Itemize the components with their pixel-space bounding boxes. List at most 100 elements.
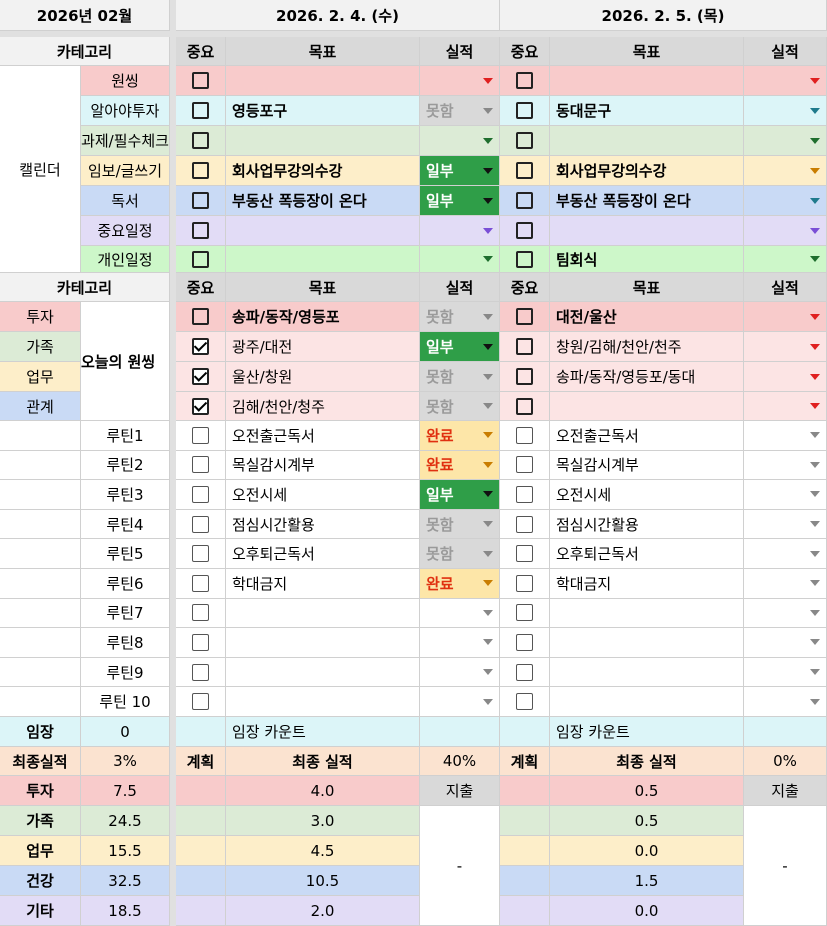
d1-routine-goal[interactable] (226, 628, 420, 658)
chevron-down-icon[interactable] (810, 313, 820, 320)
checkbox-icon[interactable] (516, 633, 533, 651)
d1-routine-goal[interactable]: 오전출근독서 (226, 421, 420, 451)
d2-important-checkbox[interactable] (500, 156, 550, 186)
d2-routine-checkbox[interactable] (500, 480, 550, 510)
d1-routine-result[interactable]: 일부 (420, 480, 500, 510)
d1-routine-checkbox[interactable] (176, 569, 226, 599)
d2-routine-goal[interactable]: 학대금지 (550, 569, 744, 599)
d1-result-select[interactable] (420, 66, 500, 96)
chevron-down-icon[interactable] (810, 580, 820, 587)
d2-onething-checkbox[interactable] (500, 332, 550, 362)
chevron-down-icon[interactable] (810, 639, 820, 646)
d1-routine-checkbox[interactable] (176, 450, 226, 481)
d1-routine-result[interactable]: 못함 (420, 539, 500, 569)
chevron-down-icon[interactable] (810, 343, 820, 350)
d1-routine-checkbox[interactable] (176, 421, 226, 451)
checkbox-icon[interactable] (516, 604, 533, 622)
checkbox-icon[interactable] (192, 72, 209, 89)
d2-routine-checkbox[interactable] (500, 628, 550, 658)
checkbox-icon[interactable] (192, 574, 209, 592)
d1-onething-result[interactable]: 일부 (420, 332, 500, 362)
d1-routine-checkbox[interactable] (176, 539, 226, 569)
checkbox-icon[interactable] (516, 102, 533, 119)
chevron-down-icon[interactable] (810, 403, 820, 409)
d2-routine-checkbox[interactable] (500, 509, 550, 540)
checkbox-icon[interactable] (516, 222, 533, 239)
chevron-down-icon[interactable] (483, 107, 493, 114)
d2-routine-goal[interactable] (550, 687, 744, 717)
chevron-down-icon[interactable] (810, 461, 820, 468)
d2-goal-input[interactable]: 회사업무강의수강 (550, 156, 744, 186)
checkbox-icon[interactable] (516, 426, 533, 444)
checkbox-icon[interactable] (192, 515, 209, 533)
d2-routine-result[interactable] (744, 628, 827, 658)
checkbox-icon[interactable] (516, 162, 533, 179)
chevron-down-icon[interactable] (483, 609, 493, 616)
d2-important-checkbox[interactable] (500, 126, 550, 156)
chevron-down-icon[interactable] (483, 227, 493, 234)
d2-routine-result[interactable] (744, 687, 827, 717)
chevron-down-icon[interactable] (810, 432, 820, 439)
checkbox-icon[interactable] (192, 426, 209, 444)
d2-routine-goal[interactable]: 오전출근독서 (550, 421, 744, 451)
checkbox-icon[interactable] (192, 693, 209, 711)
checkbox-icon[interactable] (192, 192, 209, 209)
checkbox-icon[interactable] (516, 250, 533, 268)
checkbox-icon[interactable] (192, 633, 209, 651)
chevron-down-icon[interactable] (810, 550, 820, 557)
d1-result-select[interactable]: 못함 (420, 96, 500, 126)
d1-goal-input[interactable] (226, 246, 420, 273)
d2-onething-result[interactable] (744, 332, 827, 362)
d1-routine-result[interactable] (420, 657, 500, 688)
chevron-down-icon[interactable] (810, 669, 820, 676)
d1-onething-result[interactable]: 못함 (420, 392, 500, 421)
d1-onething-goal[interactable]: 송파/동작/영등포 (226, 302, 420, 332)
d1-routine-result[interactable] (420, 628, 500, 658)
d1-routine-checkbox[interactable] (176, 598, 226, 629)
d2-result-select[interactable] (744, 156, 827, 186)
chevron-down-icon[interactable] (483, 197, 493, 204)
checked-checkbox-icon[interactable] (192, 368, 209, 385)
d1-important-checkbox[interactable] (176, 156, 226, 186)
d2-result-select[interactable] (744, 96, 827, 126)
checkbox-icon[interactable] (192, 456, 209, 474)
checked-checkbox-icon[interactable] (192, 338, 209, 355)
chevron-down-icon[interactable] (483, 698, 493, 705)
chevron-down-icon[interactable] (810, 521, 820, 528)
checkbox-icon[interactable] (192, 545, 209, 563)
chevron-down-icon[interactable] (483, 580, 493, 587)
d2-routine-checkbox[interactable] (500, 598, 550, 629)
checkbox-icon[interactable] (516, 308, 533, 325)
d2-routine-goal[interactable] (550, 657, 744, 688)
d2-goal-input[interactable] (550, 126, 744, 156)
d1-routine-goal[interactable] (226, 657, 420, 688)
d1-result-select[interactable]: 일부 (420, 186, 500, 216)
checkbox-icon[interactable] (192, 222, 209, 239)
d2-onething-goal[interactable]: 대전/울산 (550, 302, 744, 332)
d1-important-checkbox[interactable] (176, 186, 226, 216)
d1-onething-goal[interactable]: 김해/천안/청주 (226, 392, 420, 421)
chevron-down-icon[interactable] (810, 167, 820, 174)
chevron-down-icon[interactable] (483, 137, 493, 144)
checkbox-icon[interactable] (516, 485, 533, 503)
d1-onething-checkbox[interactable] (176, 332, 226, 362)
d1-goal-input[interactable]: 회사업무강의수강 (226, 156, 420, 186)
d2-routine-goal[interactable] (550, 628, 744, 658)
d1-routine-result[interactable] (420, 598, 500, 629)
d1-onething-checkbox[interactable] (176, 392, 226, 421)
d2-onething-result[interactable] (744, 302, 827, 332)
d1-routine-result[interactable]: 완료 (420, 569, 500, 599)
d2-routine-result[interactable] (744, 539, 827, 569)
d1-important-checkbox[interactable] (176, 246, 226, 273)
d2-goal-input[interactable] (550, 216, 744, 246)
checkbox-icon[interactable] (516, 515, 533, 533)
d2-result-select[interactable] (744, 126, 827, 156)
d2-routine-goal[interactable]: 목실감시계부 (550, 450, 744, 481)
checkbox-icon[interactable] (516, 397, 533, 415)
d1-routine-goal[interactable]: 점심시간활용 (226, 509, 420, 540)
d2-result-select[interactable] (744, 216, 827, 246)
checkbox-icon[interactable] (516, 72, 533, 89)
d2-routine-checkbox[interactable] (500, 421, 550, 451)
chevron-down-icon[interactable] (483, 77, 493, 84)
chevron-down-icon[interactable] (810, 256, 820, 262)
